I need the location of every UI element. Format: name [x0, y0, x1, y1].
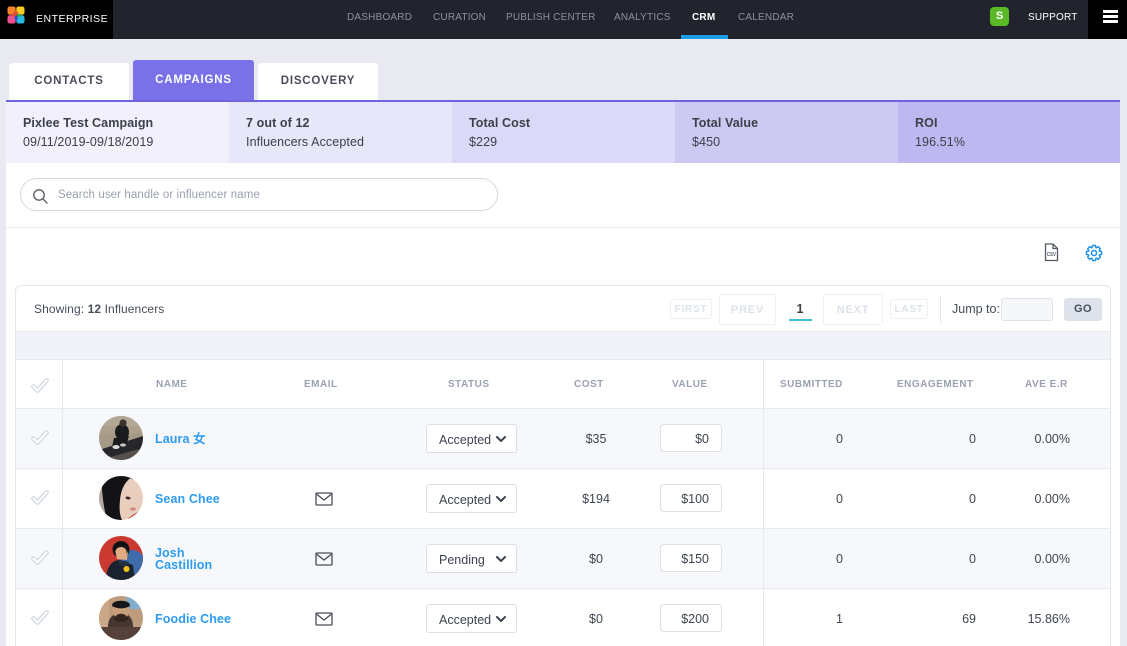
svg-text:CSV: CSV	[1047, 252, 1057, 258]
